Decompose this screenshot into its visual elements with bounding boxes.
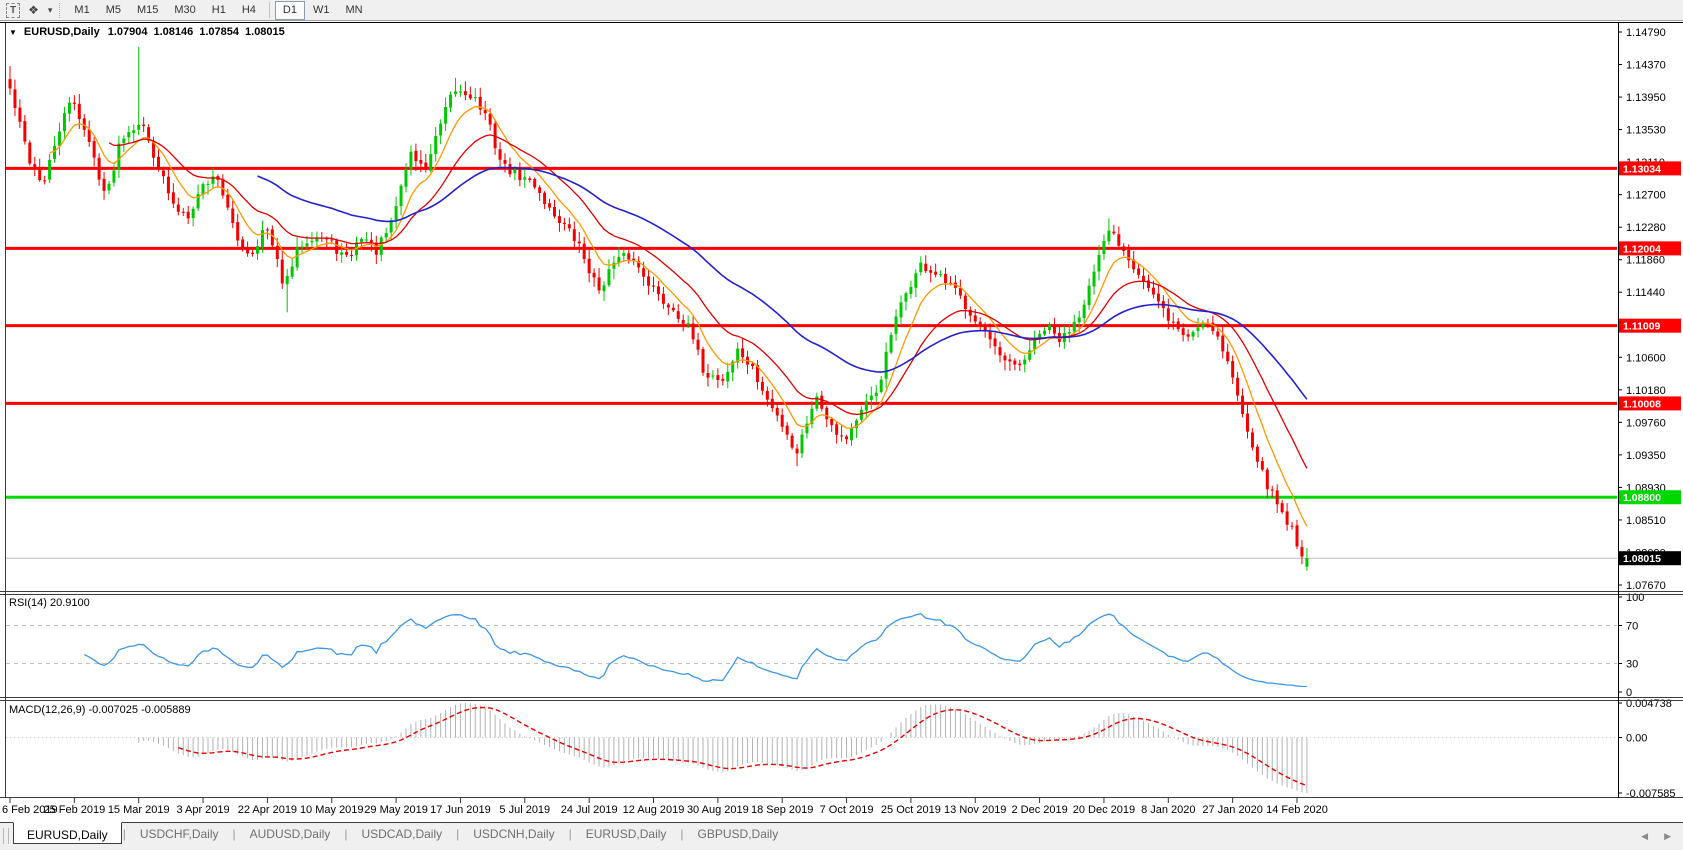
symbol-tab-2-audusddaily[interactable]: AUDUSD,Daily (237, 823, 344, 845)
timeframe-button-w1[interactable]: W1 (305, 1, 338, 20)
date-label: 24 Jul 2019 (561, 804, 618, 816)
price-level-badge: 1.10008 (1623, 398, 1661, 410)
price-axis-label: 1.12280 (1626, 222, 1666, 234)
timeframe-button-h1[interactable]: H1 (204, 1, 234, 20)
date-label: 3 Apr 2019 (176, 804, 229, 816)
timeframe-button-group: M1M5M15M30H1H4 D1W1MN (66, 1, 370, 20)
symbol-title: EURUSD,Daily (24, 26, 100, 38)
date-label: 8 Jan 2020 (1141, 804, 1195, 816)
tab-scroll-right-button[interactable]: ▶ (1664, 831, 1671, 842)
date-label: 30 Aug 2019 (687, 804, 749, 816)
rsi-label: RSI(14) 20.9100 (9, 597, 90, 609)
price-axis-label: 1.11440 (1626, 287, 1665, 299)
price-level-badge: 1.13034 (1623, 163, 1661, 175)
macd-label: MACD(12,26,9) -0.007025 -0.005889 (9, 704, 191, 716)
top-toolbar: T ❖ ▾ M1M5M15M30H1H4 D1W1MN (0, 0, 1683, 21)
timeframe-button-m1[interactable]: M1 (66, 1, 97, 20)
price-axis-label: 1.09760 (1626, 417, 1666, 429)
tab-scroll-left-button[interactable]: ◀ (1641, 831, 1648, 842)
date-label: 14 Feb 2020 (1266, 804, 1328, 816)
text-label-tool-button[interactable]: T (6, 3, 20, 18)
price-axis-label: 1.10180 (1626, 385, 1666, 397)
timeframe-button-m30[interactable]: M30 (166, 1, 203, 20)
price-axis-label: 1.08510 (1626, 515, 1666, 527)
chart-menu-collapse-icon[interactable]: ▼ (9, 28, 17, 37)
low-value: 1.07854 (199, 26, 239, 38)
price-level-badge: 1.08800 (1623, 492, 1661, 504)
symbol-tab-4-usdcnhdaily[interactable]: USDCNH,Daily (460, 823, 567, 845)
symbol-tab-5-eurusddaily[interactable]: EURUSD,Daily (573, 823, 680, 845)
price-axis-label: 1.13530 (1626, 125, 1666, 137)
macd-axis-label: 0.004738 (1626, 698, 1672, 710)
rsi-axis-label: 30 (1626, 659, 1638, 671)
price-axis-label: 1.07670 (1626, 580, 1666, 592)
price-axis-label: 1.12700 (1626, 190, 1666, 202)
date-label: 10 May 2019 (300, 804, 364, 816)
price-chart-canvas[interactable]: 1.147901.143701.139501.135301.131101.127… (0, 0, 1683, 822)
date-label: 5 Jul 2019 (499, 804, 550, 816)
symbol-tab-0-eurusddaily[interactable]: EURUSD,Daily (13, 822, 122, 844)
date-label: 15 Mar 2019 (108, 804, 170, 816)
date-label: 7 Oct 2019 (820, 804, 874, 816)
price-axis-label: 1.09350 (1626, 450, 1666, 462)
arrange-windows-icon[interactable]: ❖ (22, 1, 45, 20)
price-axis-label: 1.11860 (1626, 255, 1665, 267)
timeframe-button-h4[interactable]: H4 (234, 1, 264, 20)
chevron-down-icon[interactable]: ▾ (45, 5, 56, 16)
tabbar-grip (3, 828, 9, 844)
date-label: 2 Dec 2019 (1011, 804, 1067, 816)
date-label: 27 Jan 2020 (1202, 804, 1263, 816)
timeframe-button-d1[interactable]: D1 (275, 1, 305, 20)
symbol-tab-1-usdchfdaily[interactable]: USDCHF,Daily (127, 823, 232, 845)
chart-header: ▼ EURUSD,Daily 1.07904 1.08146 1.07854 1… (9, 26, 285, 38)
price-axis-label: 1.14790 (1626, 27, 1666, 39)
macd-axis-label: 0.00 (1626, 732, 1647, 744)
date-label: 25 Feb 2019 (43, 804, 105, 816)
toolbar-grip (59, 3, 62, 18)
date-label: 18 Sep 2019 (751, 804, 813, 816)
timeframe-button-mn[interactable]: MN (337, 1, 370, 20)
price-axis-label: 1.10600 (1626, 352, 1666, 364)
open-value: 1.07904 (108, 26, 148, 38)
date-label: 13 Nov 2019 (944, 804, 1006, 816)
price-axis-label: 1.14370 (1626, 60, 1666, 72)
price-level-badge: 1.12004 (1623, 243, 1661, 255)
high-value: 1.08146 (153, 26, 193, 38)
close-value: 1.08015 (245, 26, 285, 38)
price-level-badge: 1.08015 (1623, 553, 1661, 565)
symbol-tab-bar: EURUSD,Daily|USDCHF,Daily|AUDUSD,Daily|U… (0, 822, 1683, 850)
price-axis-label: 1.13950 (1626, 92, 1666, 104)
symbol-tab-6-gbpusddaily[interactable]: GBPUSD,Daily (685, 823, 792, 845)
rsi-axis-label: 70 (1626, 621, 1638, 633)
date-label: 17 Jun 2019 (430, 804, 491, 816)
price-level-badge: 1.11009 (1623, 321, 1661, 333)
date-label: 25 Oct 2019 (881, 804, 941, 816)
timeframe-button-m5[interactable]: M5 (98, 1, 129, 20)
rsi-axis-label: 100 (1626, 592, 1644, 604)
date-label: 22 Apr 2019 (238, 804, 297, 816)
date-label: 20 Dec 2019 (1073, 804, 1135, 816)
date-label: 29 May 2019 (364, 804, 428, 816)
macd-axis-label: -0.007585 (1626, 788, 1676, 800)
date-label: 12 Aug 2019 (623, 804, 685, 816)
symbol-tab-3-usdcaddaily[interactable]: USDCAD,Daily (348, 823, 455, 845)
timeframe-button-m15[interactable]: M15 (129, 1, 166, 20)
